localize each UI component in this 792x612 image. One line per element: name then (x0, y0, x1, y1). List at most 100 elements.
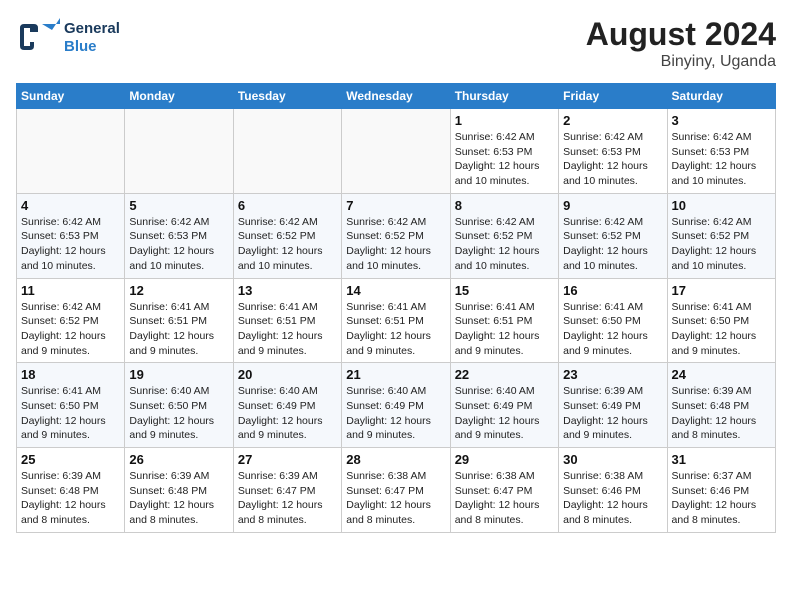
day-number: 26 (129, 452, 228, 467)
calendar-cell: 5 Sunrise: 6:42 AMSunset: 6:53 PMDaylight… (125, 193, 233, 278)
day-info: Sunrise: 6:39 AMSunset: 6:48 PMDaylight:… (21, 469, 120, 528)
calendar-cell: 15 Sunrise: 6:41 AMSunset: 6:51 PMDayligh… (450, 278, 558, 363)
day-info: Sunrise: 6:39 AMSunset: 6:48 PMDaylight:… (129, 469, 228, 528)
weekday-header-tuesday: Tuesday (233, 84, 341, 109)
calendar-cell: 12 Sunrise: 6:41 AMSunset: 6:51 PMDayligh… (125, 278, 233, 363)
day-info: Sunrise: 6:41 AMSunset: 6:51 PMDaylight:… (129, 300, 228, 359)
day-info: Sunrise: 6:38 AMSunset: 6:47 PMDaylight:… (346, 469, 445, 528)
weekday-header-friday: Friday (559, 84, 667, 109)
calendar-cell: 27 Sunrise: 6:39 AMSunset: 6:47 PMDayligh… (233, 448, 341, 533)
calendar-cell: 6Sunrise: 6:42 AMSunset: 6:52 PMDaylight… (233, 193, 341, 278)
day-number: 12 (129, 283, 228, 298)
calendar-cell: 11 Sunrise: 6:42 AMSunset: 6:52 PMDayligh… (17, 278, 125, 363)
day-number: 24 (672, 367, 771, 382)
logo-svg (16, 16, 60, 60)
calendar-cell (233, 109, 341, 194)
day-number: 5 (129, 198, 228, 213)
weekday-header-sunday: Sunday (17, 84, 125, 109)
week-row-4: 18 Sunrise: 6:41 AMSunset: 6:50 PMDayligh… (17, 363, 776, 448)
day-number: 21 (346, 367, 445, 382)
calendar-table: SundayMondayTuesdayWednesdayThursdayFrid… (16, 83, 776, 533)
calendar-cell: 25 Sunrise: 6:39 AMSunset: 6:48 PMDayligh… (17, 448, 125, 533)
day-info: Sunrise: 6:41 AMSunset: 6:51 PMDaylight:… (346, 300, 445, 359)
day-info: Sunrise: 6:42 AMSunset: 6:52 PMDaylight:… (21, 300, 120, 359)
day-info: Sunrise: 6:42 AMSunset: 6:53 PMDaylight:… (672, 130, 771, 189)
calendar-cell: 28 Sunrise: 6:38 AMSunset: 6:47 PMDayligh… (342, 448, 450, 533)
weekday-header-monday: Monday (125, 84, 233, 109)
calendar-cell: 20Sunrise: 6:40 AMSunset: 6:49 PMDayligh… (233, 363, 341, 448)
page-header: General Blue August 2024 Binyiny, Uganda (16, 16, 776, 71)
weekday-header-saturday: Saturday (667, 84, 775, 109)
day-number: 25 (21, 452, 120, 467)
day-number: 30 (563, 452, 662, 467)
day-number: 28 (346, 452, 445, 467)
week-row-5: 25 Sunrise: 6:39 AMSunset: 6:48 PMDayligh… (17, 448, 776, 533)
calendar-cell: 8 Sunrise: 6:42 AMSunset: 6:52 PMDaylight… (450, 193, 558, 278)
calendar-cell: 22 Sunrise: 6:40 AMSunset: 6:49 PMDayligh… (450, 363, 558, 448)
day-number: 2 (563, 113, 662, 128)
day-number: 22 (455, 367, 554, 382)
day-info: Sunrise: 6:39 AMSunset: 6:48 PMDaylight:… (672, 384, 771, 443)
day-number: 27 (238, 452, 337, 467)
day-number: 15 (455, 283, 554, 298)
calendar-cell: 4Sunrise: 6:42 AMSunset: 6:53 PMDaylight… (17, 193, 125, 278)
calendar-cell: 9Sunrise: 6:42 AMSunset: 6:52 PMDaylight… (559, 193, 667, 278)
weekday-header-thursday: Thursday (450, 84, 558, 109)
calendar-cell: 2Sunrise: 6:42 AMSunset: 6:53 PMDaylight… (559, 109, 667, 194)
day-number: 8 (455, 198, 554, 213)
week-row-3: 11 Sunrise: 6:42 AMSunset: 6:52 PMDayligh… (17, 278, 776, 363)
day-info: Sunrise: 6:41 AMSunset: 6:50 PMDaylight:… (21, 384, 120, 443)
day-number: 19 (129, 367, 228, 382)
day-number: 6 (238, 198, 337, 213)
day-info: Sunrise: 6:39 AMSunset: 6:47 PMDaylight:… (238, 469, 337, 528)
day-info: Sunrise: 6:41 AMSunset: 6:50 PMDaylight:… (672, 300, 771, 359)
day-info: Sunrise: 6:39 AMSunset: 6:49 PMDaylight:… (563, 384, 662, 443)
calendar-cell (17, 109, 125, 194)
day-info: Sunrise: 6:42 AMSunset: 6:53 PMDaylight:… (129, 215, 228, 274)
day-info: Sunrise: 6:37 AMSunset: 6:46 PMDaylight:… (672, 469, 771, 528)
calendar-cell: 30 Sunrise: 6:38 AMSunset: 6:46 PMDayligh… (559, 448, 667, 533)
logo-text-general: General (64, 20, 120, 38)
day-info: Sunrise: 6:40 AMSunset: 6:49 PMDaylight:… (238, 384, 337, 443)
day-number: 7 (346, 198, 445, 213)
location: Binyiny, Uganda (586, 53, 776, 71)
day-info: Sunrise: 6:40 AMSunset: 6:49 PMDaylight:… (455, 384, 554, 443)
logo-graphic: General Blue (16, 16, 120, 60)
day-number: 23 (563, 367, 662, 382)
day-info: Sunrise: 6:42 AMSunset: 6:53 PMDaylight:… (455, 130, 554, 189)
day-number: 14 (346, 283, 445, 298)
calendar-cell: 31 Sunrise: 6:37 AMSunset: 6:46 PMDayligh… (667, 448, 775, 533)
day-info: Sunrise: 6:42 AMSunset: 6:52 PMDaylight:… (455, 215, 554, 274)
calendar-cell: 26 Sunrise: 6:39 AMSunset: 6:48 PMDayligh… (125, 448, 233, 533)
day-number: 16 (563, 283, 662, 298)
day-number: 1 (455, 113, 554, 128)
calendar-cell: 7 Sunrise: 6:42 AMSunset: 6:52 PMDaylight… (342, 193, 450, 278)
calendar-cell: 3 Sunrise: 6:42 AMSunset: 6:53 PMDaylight… (667, 109, 775, 194)
calendar-cell: 24 Sunrise: 6:39 AMSunset: 6:48 PMDayligh… (667, 363, 775, 448)
day-number: 18 (21, 367, 120, 382)
day-info: Sunrise: 6:38 AMSunset: 6:46 PMDaylight:… (563, 469, 662, 528)
day-number: 4 (21, 198, 120, 213)
day-number: 31 (672, 452, 771, 467)
calendar-cell (125, 109, 233, 194)
calendar-cell: 21Sunrise: 6:40 AMSunset: 6:49 PMDayligh… (342, 363, 450, 448)
week-row-2: 4 Sunrise: 6:42 AMSunset: 6:53 PMDaylight… (17, 193, 776, 278)
day-number: 11 (21, 283, 120, 298)
calendar-cell (342, 109, 450, 194)
weekday-header-row: SundayMondayTuesdayWednesdayThursdayFrid… (17, 84, 776, 109)
calendar-cell: 17 Sunrise: 6:41 AMSunset: 6:50 PMDayligh… (667, 278, 775, 363)
day-number: 3 (672, 113, 771, 128)
calendar-cell: 23 Sunrise: 6:39 AMSunset: 6:49 PMDayligh… (559, 363, 667, 448)
title-block: August 2024 Binyiny, Uganda (586, 16, 776, 71)
day-info: Sunrise: 6:40 AMSunset: 6:50 PMDaylight:… (129, 384, 228, 443)
day-info: Sunrise: 6:41 AMSunset: 6:51 PMDaylight:… (455, 300, 554, 359)
logo-text-blue: Blue (64, 38, 120, 56)
logo: General Blue (16, 16, 120, 60)
day-info: Sunrise: 6:42 AMSunset: 6:52 PMDaylight:… (672, 215, 771, 274)
day-info: Sunrise: 6:38 AMSunset: 6:47 PMDaylight:… (455, 469, 554, 528)
day-info: Sunrise: 6:42 AMSunset: 6:52 PMDaylight:… (346, 215, 445, 274)
day-number: 17 (672, 283, 771, 298)
calendar-cell: 16 Sunrise: 6:41 AMSunset: 6:50 PMDayligh… (559, 278, 667, 363)
day-info: Sunrise: 6:41 AMSunset: 6:50 PMDaylight:… (563, 300, 662, 359)
calendar-cell: 19 Sunrise: 6:40 AMSunset: 6:50 PMDayligh… (125, 363, 233, 448)
